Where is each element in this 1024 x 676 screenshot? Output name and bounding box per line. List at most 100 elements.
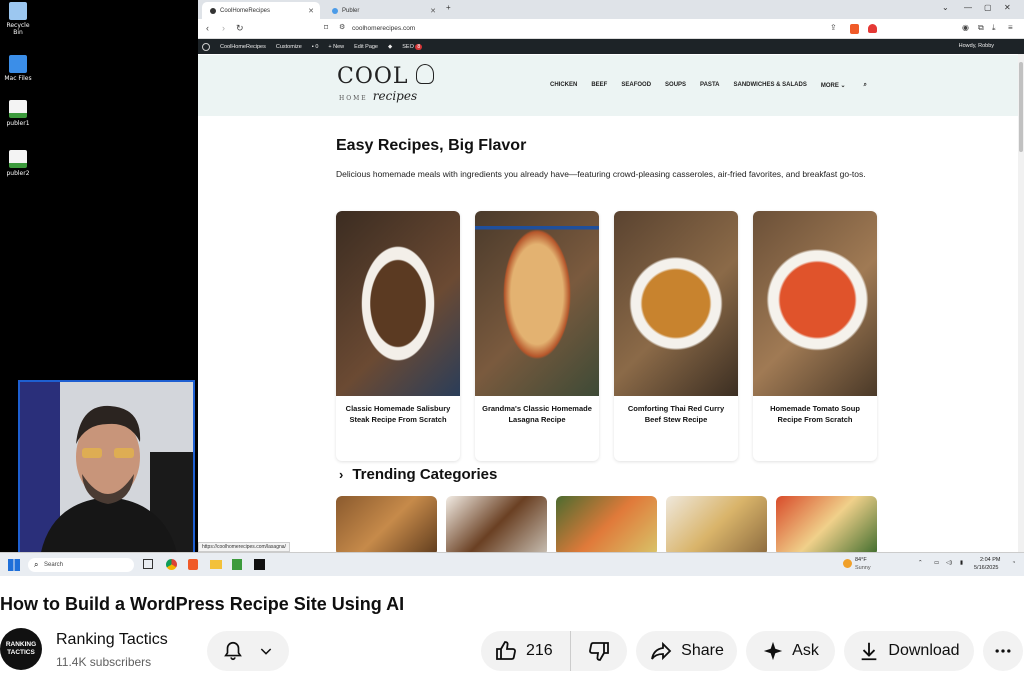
windows-start-icon[interactable] — [8, 559, 20, 571]
close-tab-icon[interactable]: ✕ — [430, 7, 436, 15]
nav-pasta[interactable]: PASTA — [700, 82, 719, 89]
wp-new[interactable]: + New — [328, 44, 344, 50]
recipe-image — [753, 211, 877, 396]
app-taskbar-icon[interactable] — [232, 559, 242, 570]
explorer-taskbar-icon[interactable] — [210, 560, 222, 569]
chevron-up-icon[interactable]: ⌃ — [918, 560, 923, 566]
ask-button[interactable]: Ask — [746, 631, 835, 671]
status-url: https://coolhomerecipes.com/lasagna/ — [198, 542, 290, 552]
url-input[interactable]: coolhomerecipes.com — [352, 22, 872, 36]
recipe-card-lasagna[interactable]: Grandma's Classic Homemade Lasagna Recip… — [475, 211, 599, 461]
category-tile[interactable] — [336, 496, 437, 552]
wp-comments[interactable]: ▪ 0 — [312, 44, 319, 50]
like-button[interactable]: 216 — [481, 631, 571, 671]
category-tile[interactable] — [556, 496, 657, 552]
tab-publer[interactable]: Publer ✕ — [324, 2, 442, 19]
channel-name[interactable]: Ranking Tactics — [56, 631, 168, 649]
nav-more[interactable]: MORE ⌄ — [821, 82, 846, 89]
desktop-icon-publer2[interactable]: publer2 — [2, 150, 34, 177]
notification-bell-button[interactable] — [207, 631, 289, 671]
site-logo[interactable]: COOL HOME recipes — [337, 64, 434, 104]
forward-icon[interactable]: › — [222, 23, 225, 33]
category-tile[interactable] — [776, 496, 877, 552]
video-title: How to Build a WordPress Recipe Site Usi… — [0, 594, 405, 614]
recipe-card-tomato-soup[interactable]: Homemade Tomato Soup Recipe From Scratch — [753, 211, 877, 461]
recipe-card-title: Grandma's Classic Homemade Lasagna Recip… — [482, 404, 592, 424]
category-tile[interactable] — [446, 496, 547, 552]
category-tile[interactable] — [666, 496, 767, 552]
brave-taskbar-icon[interactable] — [188, 559, 198, 570]
new-tab-icon[interactable]: + — [446, 3, 451, 12]
chrome-taskbar-icon[interactable] — [166, 559, 177, 570]
tab-coolhomerecipes[interactable]: CoolHomeRecipes ✕ — [202, 2, 320, 19]
taskbar-search-input[interactable]: Search — [28, 558, 134, 572]
puzzle-icon[interactable]: ⧉ — [978, 23, 984, 33]
minimize-icon[interactable]: — — [964, 3, 972, 12]
share-page-icon[interactable]: ⇪ — [830, 23, 837, 32]
browser-window: CoolHomeRecipes ✕ Publer ✕ + ⌄ — ▢ ✕ ‹ ›… — [198, 0, 1024, 552]
dislike-button[interactable] — [571, 631, 627, 671]
reload-icon[interactable]: ↻ — [236, 23, 244, 34]
wp-site-name[interactable]: CoolHomeRecipes — [220, 44, 266, 50]
wp-howdy[interactable]: Howdy, Robby — [959, 43, 994, 49]
notification-icon[interactable]: ◔ — [1012, 560, 1015, 566]
thumbs-down-icon — [589, 642, 609, 661]
recipe-card-salisbury[interactable]: Classic Homemade Salisbury Steak Recipe … — [336, 211, 460, 461]
brave-shield-icon[interactable] — [850, 24, 859, 34]
more-horizontal-icon — [995, 649, 1011, 653]
share-button[interactable]: Share — [636, 631, 737, 671]
download-icon[interactable]: ⤓ — [992, 23, 996, 33]
recipe-image — [336, 211, 460, 396]
nav-soups[interactable]: SOUPS — [665, 82, 686, 89]
bookmark-icon[interactable]: ⌑ — [324, 23, 328, 32]
task-view-icon[interactable] — [143, 559, 153, 569]
close-window-icon[interactable]: ✕ — [1004, 3, 1011, 12]
taskbar: Search ⌕ 84°F Sunny ⌃ ▭ ◁) ▮ 2:04 PM 5/1… — [0, 552, 1024, 576]
terminal-taskbar-icon[interactable] — [254, 559, 265, 570]
extension-icon[interactable]: ◉ — [962, 23, 969, 32]
main-nav: CHICKEN BEEF SEAFOOD SOUPS PASTA SANDWIC… — [550, 82, 867, 89]
volume-icon[interactable]: ◁) — [946, 560, 952, 566]
close-tab-icon[interactable]: ✕ — [308, 7, 314, 15]
site-header: COOL HOME recipes CHICKEN BEEF SEAFOOD S… — [198, 55, 1018, 116]
recipe-card-title: Classic Homemade Salisbury Steak Recipe … — [345, 404, 451, 424]
brave-rewards-icon[interactable] — [868, 24, 877, 33]
wp-edit-page[interactable]: Edit Page — [354, 44, 378, 50]
search-icon: ⌕ — [34, 560, 39, 569]
page-scrollbar[interactable] — [1018, 54, 1024, 552]
maximize-icon[interactable]: ▢ — [984, 3, 992, 12]
scrollbar-thumb[interactable] — [1019, 62, 1023, 152]
folder-icon — [9, 55, 27, 73]
video-frame[interactable]: Recycle Bin Mac Files publer1 publer2 Co… — [0, 0, 1024, 576]
channel-avatar[interactable]: RANKING TACTICS — [0, 628, 42, 670]
wp-customize[interactable]: Customize — [276, 44, 302, 50]
download-icon — [862, 642, 877, 661]
site-search-icon[interactable]: ⌕ — [864, 82, 867, 89]
nav-seafood[interactable]: SEAFOOD — [621, 82, 651, 89]
hero-title: Easy Recipes, Big Flavor — [336, 137, 527, 154]
tab-search-icon[interactable]: ⌄ — [942, 3, 949, 12]
webcam-overlay — [18, 380, 195, 555]
nav-beef[interactable]: BEEF — [591, 82, 607, 89]
trending-categories-heading: › Trending Categories — [339, 466, 498, 483]
download-button[interactable]: Download — [844, 631, 974, 671]
site-page: COOL HOME recipes CHICKEN BEEF SEAFOOD S… — [198, 55, 1018, 552]
nav-chicken[interactable]: CHICKEN — [550, 82, 577, 89]
wordpress-logo-icon[interactable] — [202, 42, 210, 51]
chef-hat-icon — [415, 64, 434, 84]
more-actions-button[interactable] — [983, 631, 1023, 671]
battery-icon[interactable]: ▮ — [960, 560, 963, 566]
desktop-icon-recycle-bin[interactable]: Recycle Bin — [2, 2, 34, 36]
menu-icon[interactable]: ≡ — [1008, 23, 1013, 32]
desktop-icon-mac-files[interactable]: Mac Files — [2, 55, 34, 82]
nav-sandwiches-salads[interactable]: SANDWICHES & SALADS — [734, 82, 807, 89]
wp-admin-bar: CoolHomeRecipes Customize ▪ 0 + New Edit… — [198, 39, 1024, 54]
back-icon[interactable]: ‹ — [206, 23, 209, 33]
like-dislike-group: 216 — [481, 631, 627, 671]
site-info-icon[interactable]: ⚙ — [339, 23, 345, 31]
desktop-icon-publer1[interactable]: publer1 — [2, 100, 34, 127]
network-icon[interactable]: ▭ — [934, 560, 939, 566]
wp-seo[interactable]: SEO 8 — [402, 43, 423, 50]
wp-diamond-icon[interactable]: ◆ — [388, 44, 392, 50]
recipe-card-curry[interactable]: Comforting Thai Red Curry Beef Stew Reci… — [614, 211, 738, 461]
